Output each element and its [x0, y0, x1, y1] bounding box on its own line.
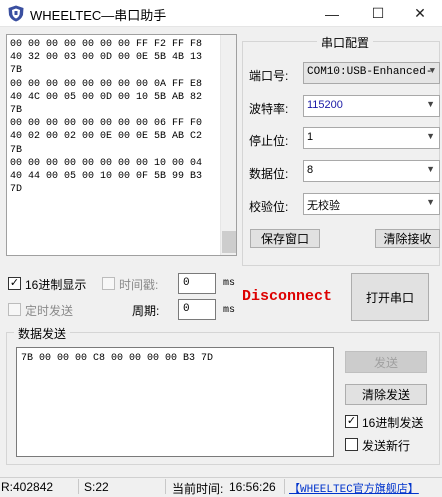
- chevron-down-icon: ▼: [426, 164, 435, 174]
- checkmark-icon: ✓: [346, 415, 357, 427]
- minimize-button[interactable]: —: [310, 0, 354, 27]
- parity-value: 无校验: [307, 200, 340, 212]
- close-button[interactable]: ✕: [398, 0, 442, 27]
- timestamp-label: 时间戳:: [119, 278, 159, 292]
- stop-bits-label: 停止位:: [249, 134, 289, 148]
- save-window-button[interactable]: 保存窗口: [250, 229, 320, 248]
- chevron-down-icon: ▼: [426, 131, 435, 141]
- timed-send-label: 定时发送: [25, 304, 74, 318]
- parity-select[interactable]: 无校验 ▼: [303, 193, 440, 215]
- hex-display-label: 16进制显示: [25, 278, 87, 292]
- window-title: WHEELTEC—串口助手: [30, 8, 167, 23]
- app-shield-icon: [8, 5, 24, 22]
- sent-count: S:22: [84, 480, 109, 494]
- chevron-down-icon: ▼: [426, 197, 435, 207]
- timed-send-checkbox[interactable]: [8, 303, 21, 316]
- receive-text: 00 00 00 00 00 00 00 FF F2 FF F8 40 32 0…: [10, 39, 203, 196]
- timestamp-input[interactable]: 0: [178, 273, 216, 294]
- send-newline-checkbox[interactable]: [345, 438, 358, 451]
- stop-bits-select[interactable]: 1 ▼: [303, 127, 440, 149]
- port-select[interactable]: COM10:USB-Enhanced- ▼: [303, 62, 440, 84]
- data-bits-select[interactable]: 8 ▼: [303, 160, 440, 182]
- open-port-button[interactable]: 打开串口: [351, 273, 429, 321]
- chevron-down-icon: ▼: [429, 66, 435, 76]
- hex-send-label: 16进制发送: [362, 416, 424, 430]
- current-time-value: 16:56:26: [229, 480, 276, 494]
- status-separator: [78, 479, 79, 494]
- period-unit: ms: [223, 305, 236, 316]
- timestamp-unit: ms: [223, 278, 236, 289]
- status-separator: [284, 479, 285, 494]
- status-separator: [165, 479, 166, 494]
- baud-value: 115200: [307, 99, 343, 111]
- minimize-icon: —: [325, 5, 339, 22]
- current-time-label: 当前时间:: [172, 482, 224, 496]
- close-icon: ✕: [414, 5, 426, 21]
- received-count: R:402842: [1, 480, 54, 494]
- send-textarea[interactable]: 7B 00 00 00 C8 00 00 00 00 B3 7D: [16, 347, 334, 457]
- baud-label: 波特率:: [249, 102, 289, 116]
- send-text: 7B 00 00 00 C8 00 00 00 00 B3 7D: [21, 353, 214, 364]
- data-send-title: 数据发送: [14, 325, 71, 342]
- period-label: 周期:: [132, 304, 160, 318]
- store-link[interactable]: 【WHEELTEC官方旗舰店】: [289, 480, 419, 496]
- send-button[interactable]: 发送: [345, 351, 427, 373]
- data-bits-value: 8: [307, 164, 314, 176]
- checkmark-icon: ✓: [9, 277, 20, 289]
- receive-textarea[interactable]: 00 00 00 00 00 00 00 FF F2 FF F8 40 32 0…: [6, 34, 237, 256]
- port-config-title: 串口配置: [317, 34, 374, 51]
- port-label: 端口号:: [249, 69, 289, 83]
- connection-status: Disconnect: [242, 288, 333, 305]
- hex-display-checkbox[interactable]: ✓: [8, 277, 21, 290]
- clear-receive-button[interactable]: 清除接收: [375, 229, 440, 248]
- data-bits-label: 数据位:: [249, 167, 289, 181]
- clear-send-button[interactable]: 清除发送: [345, 384, 427, 405]
- hex-send-checkbox[interactable]: ✓: [345, 415, 358, 428]
- period-input[interactable]: 0: [178, 299, 216, 320]
- chevron-down-icon: ▼: [426, 99, 435, 109]
- receive-scrollbar[interactable]: [220, 35, 236, 255]
- parity-label: 校验位:: [249, 200, 289, 214]
- maximize-icon: ☐: [371, 5, 385, 21]
- maximize-button[interactable]: ☐: [356, 0, 400, 27]
- send-newline-label: 发送新行: [362, 439, 411, 453]
- timestamp-checkbox[interactable]: [102, 277, 115, 290]
- port-value: COM10:USB-Enhanced-: [307, 66, 433, 78]
- scrollbar-thumb[interactable]: [222, 231, 236, 253]
- baud-select[interactable]: 115200 ▼: [303, 95, 440, 117]
- stop-bits-value: 1: [307, 131, 314, 143]
